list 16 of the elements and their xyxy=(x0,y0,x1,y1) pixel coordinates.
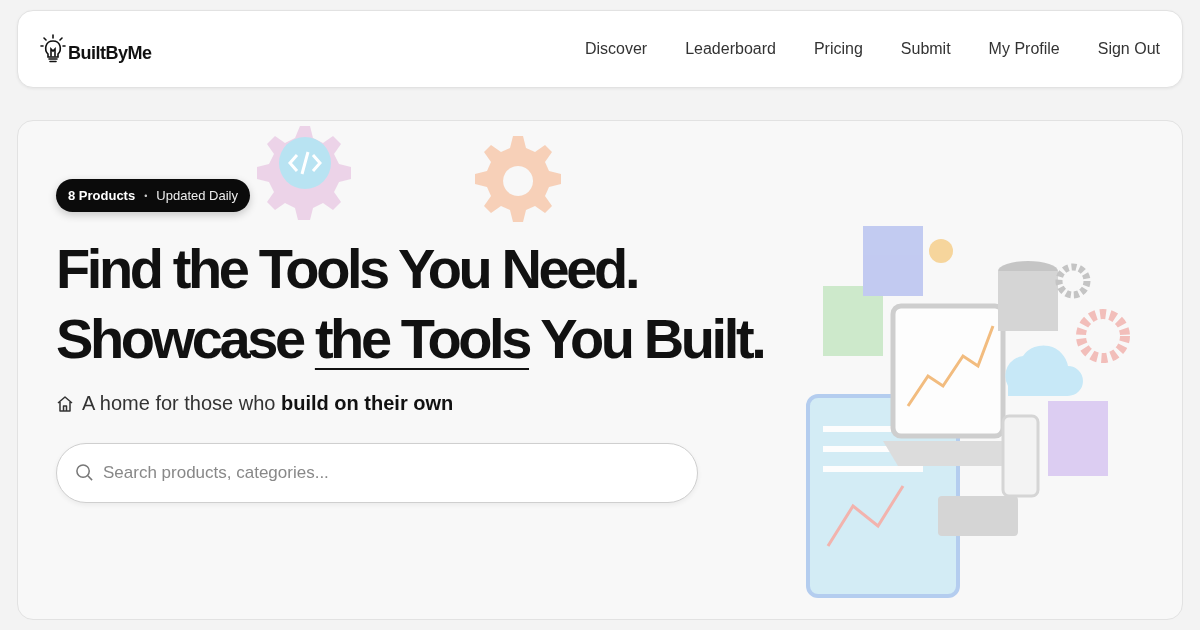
tagline: A home for those who build on their own xyxy=(82,392,454,415)
nav-link[interactable]: My Profile xyxy=(988,40,1060,58)
brand-name[interactable]: BuiltByMe xyxy=(68,43,152,64)
badge-count-text: 8 Products xyxy=(68,188,136,203)
home-icon xyxy=(56,394,74,413)
badge-note-text: Updated Daily xyxy=(156,188,238,203)
nav-link[interactable]: Submit xyxy=(900,40,951,58)
badge-separator: • xyxy=(144,190,148,201)
nav-link[interactable]: Leaderboard xyxy=(685,40,776,58)
nav-link[interactable]: Pricing xyxy=(813,40,863,58)
nav-link[interactable]: Sign Out xyxy=(1097,40,1160,58)
search-field[interactable]: Search products, categories... xyxy=(56,443,698,503)
headline-line: Find the Tools You Need. xyxy=(56,236,638,302)
lightbulb-icon xyxy=(40,34,66,64)
headline-line: Showcase the Tools You Built. xyxy=(56,306,764,372)
nav-link[interactable]: Discover xyxy=(584,40,648,58)
